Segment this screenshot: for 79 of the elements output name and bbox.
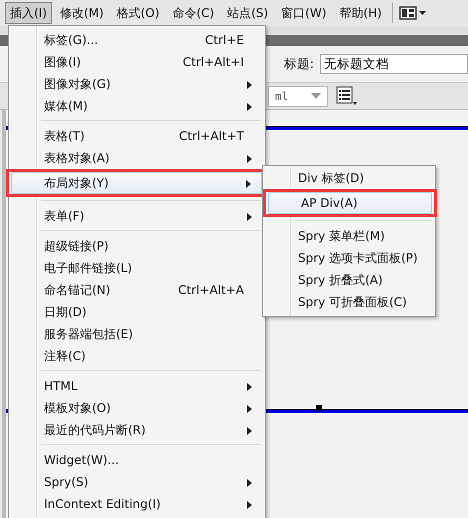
menu-item[interactable]: Widget(W)... (11, 449, 263, 471)
shortcut-label: Ctrl+Alt+A (178, 283, 244, 297)
submenu-arrow-icon (247, 501, 252, 509)
submenu-arrow-icon (247, 383, 252, 391)
menu-item[interactable]: 布局对象(Y) (11, 172, 262, 194)
menu-item[interactable]: Spry 菜单栏(M) (265, 225, 433, 247)
menu-title[interactable]: 站点(S) (222, 2, 274, 24)
menu-item-label: InContext Editing(I) (44, 497, 161, 511)
menu-item[interactable]: HTML (11, 375, 263, 397)
submenu-arrow-icon (247, 81, 252, 89)
submenu-arrow-icon (247, 103, 252, 111)
doctype-dropdown[interactable]: ml (268, 86, 328, 106)
menu-item-label: 服务器端包括(E) (44, 326, 133, 342)
menu-item[interactable]: Spry(S) (11, 471, 263, 493)
title-field[interactable]: 无标题文档 (320, 54, 468, 74)
menu-item-label: Spry 折叠式(A) (298, 272, 383, 288)
menu-item[interactable]: 图像对象(G) (11, 73, 263, 95)
menu-title[interactable]: 修改(M) (54, 2, 109, 24)
menu-item-label: HTML (44, 379, 78, 393)
menu-item-label: Widget(W)... (44, 453, 119, 467)
menu-item[interactable]: 媒体(M) (11, 95, 263, 117)
menu-title[interactable]: 插入(I) (5, 2, 52, 24)
submenu-arrow-icon (246, 180, 251, 188)
menu-item-label: Spry 选项卡式面板(P) (298, 250, 418, 266)
menu-item[interactable]: Spry 可折叠面板(C) (265, 291, 433, 313)
menu-item[interactable]: AP Div(A) (268, 192, 432, 214)
shortcut-label: Ctrl+Alt+I (182, 55, 244, 69)
menu-item-label: 电子邮件链接(L) (44, 260, 132, 276)
menu-item[interactable]: 注释(C) (11, 345, 263, 367)
menu-item-label: 注释(C) (44, 348, 86, 364)
menu-item[interactable]: Spry 选项卡式面板(P) (265, 247, 433, 269)
menu-title[interactable]: 窗口(W) (276, 2, 332, 24)
menu-item-label: 表单(F) (44, 208, 84, 224)
menu-item[interactable]: 电子邮件链接(L) (11, 257, 263, 279)
layout-dropdown-icon[interactable] (398, 6, 427, 20)
menu-item-label: 表格(T) (44, 128, 85, 144)
menu-item-label: Spry(S) (44, 475, 88, 489)
menu-title[interactable]: 帮助(H) (334, 2, 387, 24)
menu-item[interactable]: 超级链接(P) (11, 235, 263, 257)
menu-item[interactable]: Div 标签(D) (265, 167, 433, 189)
title-label: 标题: (284, 56, 314, 72)
menu-item[interactable]: 服务器端包括(E) (11, 323, 263, 345)
menu-title[interactable]: 格式(O) (112, 2, 164, 24)
menu-item-label: 图像对象(G) (44, 76, 111, 92)
menu-item[interactable]: 模板对象(O) (11, 397, 263, 419)
submenu-arrow-icon (247, 479, 252, 487)
submenu-arrow-icon (247, 405, 252, 413)
menu-item[interactable]: 命名锚记(N) Ctrl+Alt+A (11, 279, 263, 301)
menu-item[interactable]: InContext Editing(I) (11, 493, 263, 515)
menu-item-label: 命名锚记(N) (44, 282, 110, 298)
menu-title[interactable]: 命令(C) (167, 2, 220, 24)
menu-item-label: AP Div(A) (301, 196, 358, 210)
menu-item[interactable]: 图像(I) Ctrl+Alt+I (11, 51, 263, 73)
shortcut-label: Ctrl+E (205, 33, 244, 47)
menu-item-label: 表格对象(A) (44, 150, 110, 166)
shortcut-label: Ctrl+Alt+T (178, 129, 244, 143)
menu-item-label: Spry 可折叠面板(C) (298, 294, 407, 310)
menu-item-label: 布局对象(Y) (44, 174, 109, 192)
menu-item-label: Spry 菜单栏(M) (298, 228, 385, 244)
menu-item-label: 最近的代码片断(R) (44, 422, 146, 438)
submenu-arrow-icon (247, 427, 252, 435)
dropdown-arrow-icon (311, 93, 321, 99)
menu-item[interactable]: 表单(F) (11, 205, 263, 227)
menu-item-label: 日期(D) (44, 304, 87, 320)
menu-item[interactable]: Spry 折叠式(A) (265, 269, 433, 291)
menu-item-label: 超级链接(P) (44, 238, 109, 254)
menu-item-label: 媒体(M) (44, 98, 88, 114)
menu-item[interactable]: 表格对象(A) (11, 147, 263, 169)
menu-item[interactable]: 日期(D) (11, 301, 263, 323)
menu-item-label: 模板对象(O) (44, 400, 111, 416)
menu-item[interactable]: 表格(T) Ctrl+Alt+T (11, 125, 263, 147)
submenu-arrow-icon (247, 155, 252, 163)
menu-item[interactable]: 标签(G)... Ctrl+E (11, 29, 263, 51)
menu-item-label: Div 标签(D) (298, 170, 364, 186)
list-icon[interactable] (336, 86, 358, 106)
submenu-arrow-icon (247, 213, 252, 221)
menu-item[interactable]: 最近的代码片断(R) (11, 419, 263, 441)
menu-item-label: 图像(I) (44, 54, 81, 70)
menu-item-label: 标签(G)... (44, 32, 98, 48)
